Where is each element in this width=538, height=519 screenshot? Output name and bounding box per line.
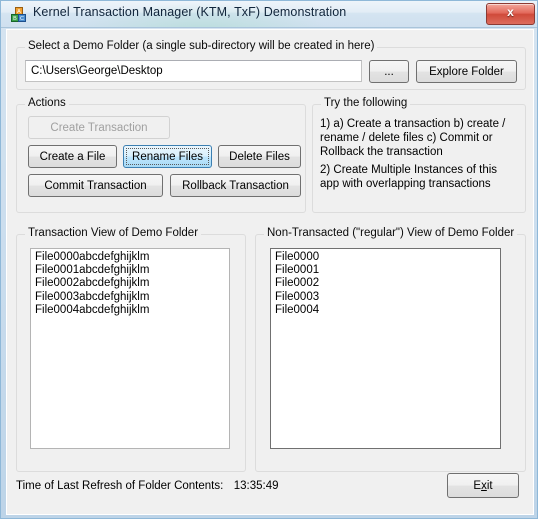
explore-folder-label: Explore Folder xyxy=(429,65,504,78)
rename-files-button[interactable]: Rename Files xyxy=(123,145,212,168)
list-item[interactable]: File0000abcdefghijklm xyxy=(35,251,229,264)
browse-folder-button[interactable]: ... xyxy=(369,60,409,83)
rename-files-label: Rename Files xyxy=(132,150,203,163)
explore-folder-button[interactable]: Explore Folder xyxy=(416,60,517,83)
transaction-view-group-label: Transaction View of Demo Folder xyxy=(25,227,202,239)
exit-button-label: Exit xyxy=(473,480,492,492)
last-refresh-time: 13:35:49 xyxy=(233,480,279,492)
delete-files-label: Delete Files xyxy=(229,150,290,163)
list-item[interactable]: File0004abcdefghijklm xyxy=(35,304,229,317)
list-item[interactable]: File0000 xyxy=(275,251,500,264)
demo-folder-group-label: Select a Demo Folder (a single sub-direc… xyxy=(25,40,378,52)
svg-text:B: B xyxy=(13,16,17,22)
dialog-client-area: Select a Demo Folder (a single sub-direc… xyxy=(6,29,534,515)
application-window: A B C Kernel Transaction Manager (KTM, T… xyxy=(0,0,538,519)
create-a-file-label: Create a File xyxy=(39,150,106,163)
close-button[interactable]: x xyxy=(486,3,535,25)
regular-view-group-label: Non-Transacted ("regular") View of Demo … xyxy=(264,227,518,239)
svg-text:C: C xyxy=(20,16,24,22)
create-a-file-button[interactable]: Create a File xyxy=(28,145,117,168)
create-transaction-button[interactable]: Create Transaction xyxy=(28,116,170,139)
rollback-transaction-button[interactable]: Rollback Transaction xyxy=(170,174,301,197)
exit-label-post: it xyxy=(486,479,493,492)
regular-view-listbox[interactable]: File0000 File0001 File0002 File0003 File… xyxy=(270,248,501,449)
actions-group-label: Actions xyxy=(25,97,69,109)
last-refresh-label: Time of Last Refresh of Folder Contents: xyxy=(16,480,224,492)
hint-line-1: 1) a) Create a transaction b) create / r… xyxy=(320,118,506,159)
hint-line-2: 2) Create Multiple Instances of this app… xyxy=(320,164,498,191)
list-item[interactable]: File0003 xyxy=(275,291,500,304)
create-transaction-label: Create Transaction xyxy=(50,121,148,134)
rollback-transaction-label: Rollback Transaction xyxy=(182,179,289,192)
blocks-icon: A B C xyxy=(10,6,28,24)
list-item[interactable]: File0001 xyxy=(275,264,500,277)
close-icon: x xyxy=(507,5,514,19)
title-bar: A B C Kernel Transaction Manager (KTM, T… xyxy=(1,1,537,28)
transaction-view-listbox[interactable]: File0000abcdefghijklm File0001abcdefghij… xyxy=(30,248,230,449)
exit-label-pre: E xyxy=(473,479,482,492)
folder-path-input[interactable]: C:\Users\George\Desktop xyxy=(25,60,362,82)
last-refresh-status: Time of Last Refresh of Folder Contents:… xyxy=(16,479,278,493)
list-item[interactable]: File0002abcdefghijklm xyxy=(35,277,229,290)
window-title: Kernel Transaction Manager (KTM, TxF) De… xyxy=(33,5,347,19)
list-item[interactable]: File0004 xyxy=(275,304,500,317)
commit-transaction-button[interactable]: Commit Transaction xyxy=(28,174,163,197)
delete-files-button[interactable]: Delete Files xyxy=(218,145,301,168)
list-item[interactable]: File0002 xyxy=(275,277,500,290)
list-item[interactable]: File0001abcdefghijklm xyxy=(35,264,229,277)
browse-folder-label: ... xyxy=(384,65,394,78)
list-item[interactable]: File0003abcdefghijklm xyxy=(35,291,229,304)
commit-transaction-label: Commit Transaction xyxy=(44,179,147,192)
exit-button[interactable]: Exit xyxy=(447,473,519,498)
hints-group-label: Try the following xyxy=(321,97,411,109)
